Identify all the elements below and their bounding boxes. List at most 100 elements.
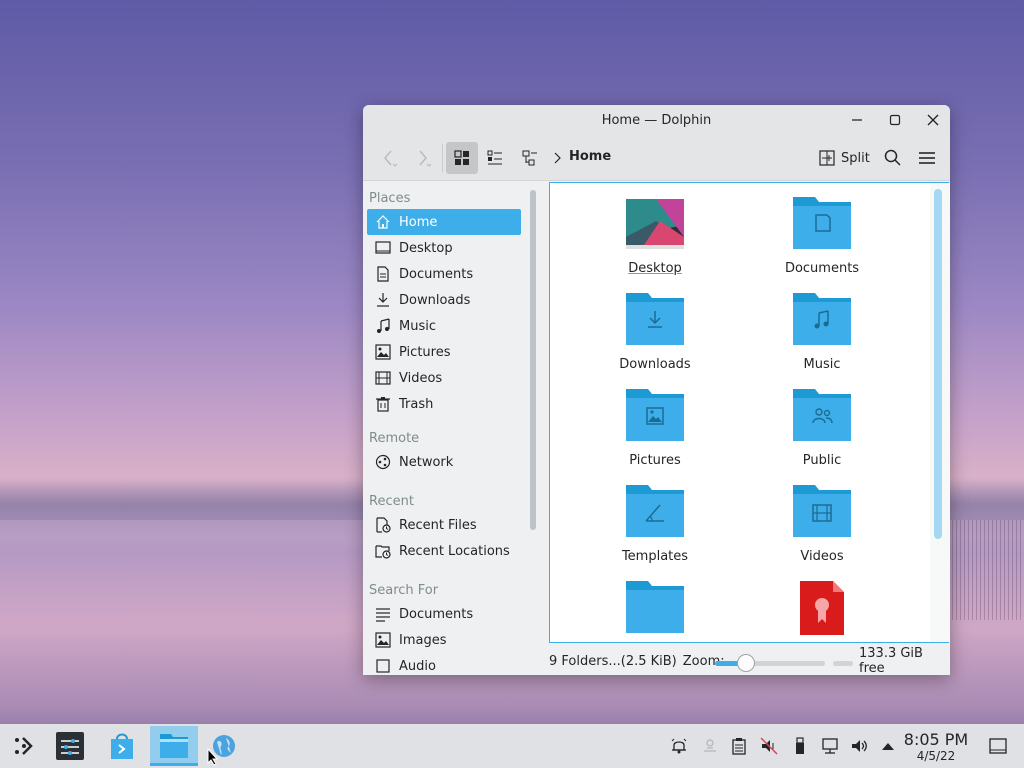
dolphin-window: Home — Dolphin Home Split Places Home De… xyxy=(363,105,950,675)
search-audio-icon xyxy=(375,658,391,674)
file-label: Templates xyxy=(621,549,689,564)
maximize-icon xyxy=(889,114,901,126)
sidebar-item-label: Desktop xyxy=(399,240,453,256)
sidebar-item-label: Trash xyxy=(399,396,434,412)
task-system-settings[interactable] xyxy=(46,726,94,766)
file-label: Music xyxy=(803,357,841,372)
sidebar-item-search-audio[interactable]: Audio xyxy=(367,653,521,675)
sidebar-item-downloads[interactable]: Downloads xyxy=(367,287,521,313)
application-launcher-button[interactable] xyxy=(0,726,48,766)
breadcrumb-home[interactable]: Home xyxy=(569,149,611,164)
kde-launcher-icon xyxy=(15,737,33,755)
tray-expand-arrow-icon[interactable] xyxy=(878,736,898,756)
details-view-icon xyxy=(522,150,537,166)
hamburger-menu-button[interactable] xyxy=(911,142,943,174)
sidebar-item-recent-files[interactable]: Recent Files xyxy=(367,512,521,538)
sidebar-item-label: Documents xyxy=(399,266,474,282)
sidebar-item-label: Downloads xyxy=(399,292,471,308)
removable-device-icon[interactable] xyxy=(790,736,810,756)
file-item-music[interactable]: Music xyxy=(757,279,887,375)
file-label: Videos xyxy=(800,549,844,564)
sidebar-item-documents[interactable]: Documents xyxy=(367,261,521,287)
sidebar-item-trash[interactable]: Trash xyxy=(367,391,521,417)
compact-view-button[interactable] xyxy=(479,142,511,174)
free-space-bar xyxy=(833,661,853,666)
sidebar-item-label: Music xyxy=(399,318,436,334)
status-summary: 9 Folders...(2.5 KiB) xyxy=(549,653,677,669)
show-desktop-icon[interactable] xyxy=(988,736,1008,756)
sidebar-item-videos[interactable]: Videos xyxy=(367,365,521,391)
network-wired-icon[interactable] xyxy=(820,736,840,756)
file-view[interactable]: Desktop Documents Downloads Music Pictur… xyxy=(549,182,950,643)
window-title: Home — Dolphin xyxy=(601,112,712,128)
network-icon xyxy=(375,454,391,470)
taskbar: 8:05 PM 4/5/22 xyxy=(0,724,1024,768)
connect-icon[interactable] xyxy=(700,736,720,756)
back-arrow-icon xyxy=(384,150,398,167)
downloads-icon xyxy=(375,292,391,308)
titlebar[interactable]: Home — Dolphin xyxy=(363,105,950,135)
file-item-public[interactable]: Public xyxy=(757,375,887,471)
split-button[interactable]: Split xyxy=(815,142,874,174)
task-dolphin[interactable] xyxy=(150,726,198,766)
zoom-slider[interactable] xyxy=(715,654,825,672)
sidebar-item-label: Images xyxy=(399,632,447,648)
sidebar-item-pictures[interactable]: Pictures xyxy=(367,339,521,365)
music-icon xyxy=(375,318,391,334)
notifications-icon[interactable] xyxy=(669,736,689,756)
dolphin-folder-icon xyxy=(160,733,188,758)
sidebar-item-music[interactable]: Music xyxy=(367,313,521,339)
icons-view-icon xyxy=(454,150,469,165)
details-view-button[interactable] xyxy=(514,142,546,174)
minimize-button[interactable] xyxy=(848,111,866,129)
close-button[interactable] xyxy=(924,111,942,129)
search-documents-icon xyxy=(375,606,391,622)
file-item-desktop[interactable]: Desktop xyxy=(590,183,720,279)
digital-clock[interactable]: 8:05 PM 4/5/22 xyxy=(900,730,972,763)
zoom-slider-handle[interactable] xyxy=(736,654,755,672)
audio-muted-icon[interactable] xyxy=(759,736,779,756)
places-panel: Places Home Desktop Documents Downloads … xyxy=(363,181,525,675)
split-label: Split xyxy=(841,150,870,166)
free-space-label: 133.3 GiB free xyxy=(859,646,923,675)
file-item-videos[interactable]: Videos xyxy=(757,471,887,567)
volume-icon[interactable] xyxy=(849,736,869,756)
file-item-templates[interactable]: Templates xyxy=(590,471,720,567)
pictures-icon xyxy=(375,344,391,360)
downloads-folder-icon xyxy=(626,293,684,345)
section-remote: Remote xyxy=(369,430,420,446)
mouse-cursor-icon xyxy=(207,748,219,766)
search-button[interactable] xyxy=(877,142,909,174)
sidebar-item-label: Recent Files xyxy=(399,517,477,533)
sidebar-item-recent-locations[interactable]: Recent Locations xyxy=(367,538,521,564)
sidebar-item-search-images[interactable]: Images xyxy=(367,627,521,653)
back-button[interactable] xyxy=(373,142,405,174)
music-folder-icon xyxy=(793,293,851,345)
desktop-folder-icon xyxy=(626,199,684,249)
breadcrumb-chevron-icon xyxy=(553,151,563,169)
sidebar-item-desktop[interactable]: Desktop xyxy=(367,235,521,261)
documents-icon xyxy=(375,266,391,282)
sidebar-item-label: Audio xyxy=(399,658,436,674)
file-label: Desktop xyxy=(628,261,682,276)
sidebar-item-search-documents[interactable]: Documents xyxy=(367,601,521,627)
sidebar-item-network[interactable]: Network xyxy=(367,449,521,475)
content-scrollbar[interactable] xyxy=(934,189,942,539)
pictures-folder-icon xyxy=(626,389,684,441)
file-label: Downloads xyxy=(619,357,691,372)
clipboard-icon[interactable] xyxy=(729,736,749,756)
sidebar-item-label: Documents xyxy=(399,606,474,622)
file-item-documents[interactable]: Documents xyxy=(757,183,887,279)
sidebar-item-home[interactable]: Home xyxy=(367,209,521,235)
icons-view-button[interactable] xyxy=(446,142,478,174)
sidebar-scrollbar[interactable] xyxy=(530,190,536,530)
sidebar-item-label: Home xyxy=(399,214,438,230)
certificate-file-icon xyxy=(800,581,844,635)
maximize-button[interactable] xyxy=(886,111,904,129)
forward-button[interactable] xyxy=(407,142,439,174)
file-item-downloads[interactable]: Downloads xyxy=(590,279,720,375)
minimize-icon xyxy=(852,119,862,121)
task-discover[interactable] xyxy=(98,726,146,766)
close-icon xyxy=(927,114,939,126)
file-item-pictures[interactable]: Pictures xyxy=(590,375,720,471)
